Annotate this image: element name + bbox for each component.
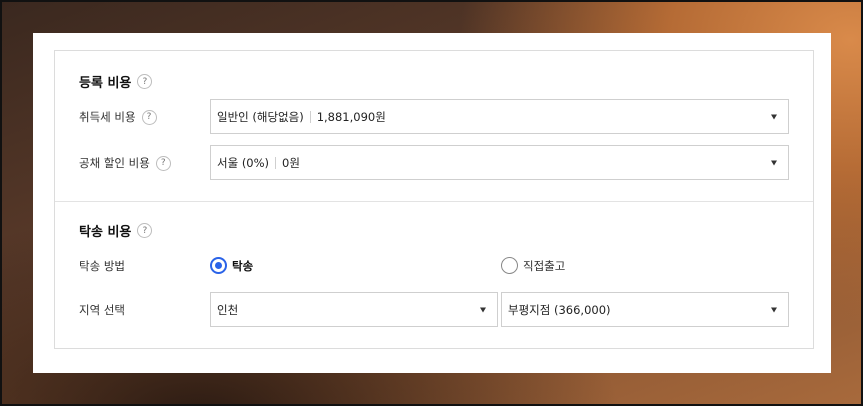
- radio-direct-pickup-label: 직접출고: [523, 258, 566, 273]
- cost-card: 등록 비용 ? 취득세 비용 ? 일반인 (해당없음) 1,881,090원 공…: [33, 33, 831, 373]
- acquisition-tax-type: 일반인 (해당없음): [217, 109, 304, 124]
- bond-discount-label: 공채 할인 비용 ?: [79, 153, 171, 173]
- acquisition-tax-label: 취득세 비용 ?: [79, 107, 157, 127]
- bond-discount-label-text: 공채 할인 비용: [79, 156, 150, 170]
- acquisition-tax-amount: 1,881,090원: [316, 109, 386, 124]
- cost-panel: 등록 비용 ? 취득세 비용 ? 일반인 (해당없음) 1,881,090원 공…: [54, 50, 814, 349]
- city-select[interactable]: 인천: [210, 292, 498, 327]
- radio-consignment[interactable]: 탁송: [210, 257, 253, 274]
- branch-select[interactable]: 부평지점 (366,000): [501, 292, 789, 327]
- acquisition-tax-label-text: 취득세 비용: [79, 110, 136, 124]
- radio-unchecked-icon: [501, 257, 518, 274]
- region-select-label-text: 지역 선택: [79, 303, 125, 317]
- help-icon[interactable]: ?: [141, 109, 157, 125]
- dropdown-arrow-icon: [771, 160, 777, 165]
- radio-checked-icon: [210, 257, 227, 274]
- dropdown-arrow-icon: [771, 307, 777, 312]
- acquisition-tax-select[interactable]: 일반인 (해당없음) 1,881,090원: [210, 99, 789, 134]
- registration-title: 등록 비용 ?: [79, 72, 153, 91]
- radio-direct-pickup[interactable]: 직접출고: [501, 257, 565, 274]
- help-icon[interactable]: ?: [137, 74, 153, 89]
- transport-title: 탁송 비용 ?: [79, 221, 153, 240]
- registration-title-text: 등록 비용: [79, 76, 132, 91]
- transport-title-text: 탁송 비용: [79, 225, 132, 240]
- bond-discount-amount: 0원: [282, 155, 300, 170]
- bond-discount-region: 서울 (0%): [217, 155, 270, 170]
- dropdown-arrow-icon: [771, 114, 777, 119]
- divider: [275, 156, 277, 169]
- registration-section: 등록 비용 ? 취득세 비용 ? 일반인 (해당없음) 1,881,090원 공…: [55, 51, 813, 202]
- divider: [309, 110, 311, 123]
- region-select-label: 지역 선택: [79, 300, 125, 320]
- help-icon[interactable]: ?: [155, 155, 171, 171]
- bond-discount-select[interactable]: 서울 (0%) 0원: [210, 145, 789, 180]
- transport-method-label-text: 탁송 방법: [79, 259, 125, 273]
- branch-value: 부평지점 (366,000): [508, 302, 611, 317]
- city-value: 인천: [217, 302, 239, 317]
- radio-consignment-label: 탁송: [232, 258, 254, 273]
- help-icon[interactable]: ?: [137, 223, 153, 238]
- transport-method-label: 탁송 방법: [79, 256, 125, 276]
- dropdown-arrow-icon: [480, 307, 486, 312]
- transport-section: 탁송 비용 ? 탁송 방법 탁송 직접출고 지역 선택 인천 부평지점 (366…: [55, 202, 813, 348]
